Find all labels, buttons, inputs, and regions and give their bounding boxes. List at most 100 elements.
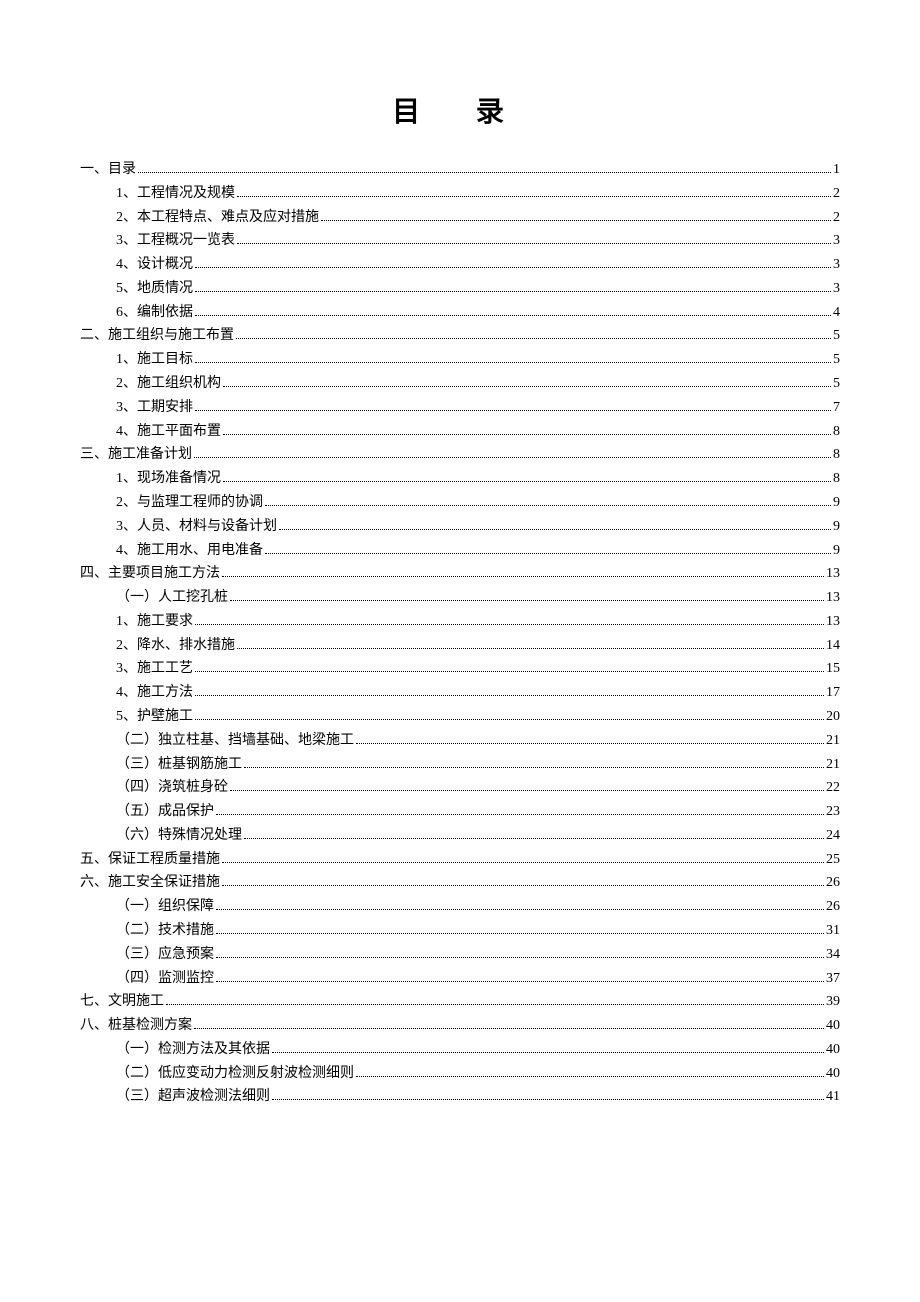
toc-entry: （三）桩基钢筋施工21 [80, 755, 840, 775]
toc-entry: 3、施工工艺15 [80, 659, 840, 679]
toc-entry-label: 4、设计概况 [116, 255, 193, 275]
toc-entry-label: 3、工期安排 [116, 398, 193, 418]
toc-entry-page: 13 [826, 612, 840, 632]
toc-leader-dots [195, 291, 831, 292]
toc-entry-label: 5、护壁施工 [116, 707, 193, 727]
toc-entry: 3、人员、材料与设备计划9 [80, 517, 840, 537]
toc-leader-dots [216, 957, 824, 958]
toc-entry-page: 1 [833, 160, 840, 180]
toc-leader-dots [237, 648, 824, 649]
toc-entry-page: 8 [833, 469, 840, 489]
toc-entry-label: （四）浇筑桩身砼 [116, 778, 228, 798]
toc-leader-dots [223, 386, 831, 387]
toc-entry: 2、与监理工程师的协调 9 [80, 493, 840, 513]
toc-leader-dots [194, 457, 831, 458]
toc-entry-label: 2、降水、排水措施 [116, 636, 235, 656]
toc-entry: 六、施工安全保证措施26 [80, 873, 840, 893]
toc-entry-page: 22 [826, 778, 840, 798]
toc-entry-page: 26 [826, 873, 840, 893]
toc-entry: 四、主要项目施工方法 13 [80, 564, 840, 584]
toc-entry-page: 9 [833, 493, 840, 513]
toc-entry: 4、设计概况3 [80, 255, 840, 275]
toc-entry-label: 三、施工准备计划 [80, 445, 192, 465]
toc-entry-page: 41 [826, 1087, 840, 1107]
toc-leader-dots [222, 862, 824, 863]
toc-entry: 八、桩基检测方案40 [80, 1016, 840, 1036]
toc-entry-label: （四）监测监控 [116, 969, 214, 989]
toc-leader-dots [230, 790, 824, 791]
toc-entry-label: 5、地质情况 [116, 279, 193, 299]
toc-entry-page: 24 [826, 826, 840, 846]
toc-entry-page: 3 [833, 279, 840, 299]
toc-entry-label: （六）特殊情况处理 [116, 826, 242, 846]
toc-entry-page: 34 [826, 945, 840, 965]
toc-entry: （二）独立柱基、挡墙基础、地梁施工21 [80, 731, 840, 751]
toc-entry-label: 2、与监理工程师的协调 [116, 493, 263, 513]
toc-entry-label: 七、文明施工 [80, 992, 164, 1012]
toc-leader-dots [195, 410, 831, 411]
toc-entry-page: 2 [833, 184, 840, 204]
toc-entry-page: 21 [826, 731, 840, 751]
toc-entry: （一）人工挖孔桩13 [80, 588, 840, 608]
toc-entry: 二、施工组织与施工布置5 [80, 326, 840, 346]
toc-leader-dots [166, 1004, 824, 1005]
toc-entry: 三、施工准备计划 8 [80, 445, 840, 465]
toc-leader-dots [237, 196, 831, 197]
toc-entry-page: 7 [833, 398, 840, 418]
document-title: 目 录 [80, 90, 840, 130]
table-of-contents: 一、目录 1 1、工程情况及规模 2 2、本工程特点、难点及应对措施 2 3、工程概况一览表… [80, 160, 840, 1107]
toc-leader-dots [356, 1076, 824, 1077]
toc-entry-label: 1、施工要求 [116, 612, 193, 632]
toc-leader-dots [272, 1052, 824, 1053]
toc-entry-label: 3、施工工艺 [116, 659, 193, 679]
toc-entry-label: （二）技术措施 [116, 921, 214, 941]
toc-entry-page: 14 [826, 636, 840, 656]
toc-entry-page: 17 [826, 683, 840, 703]
toc-entry-page: 8 [833, 422, 840, 442]
toc-leader-dots [216, 981, 824, 982]
toc-entry-label: 1、现场准备情况 [116, 469, 221, 489]
toc-entry: 5、地质情况 3 [80, 279, 840, 299]
toc-entry: 3、工程概况一览表3 [80, 231, 840, 251]
toc-entry-page: 39 [826, 992, 840, 1012]
toc-entry-label: 2、施工组织机构 [116, 374, 221, 394]
toc-entry-label: （三）应急预案 [116, 945, 214, 965]
toc-leader-dots [356, 743, 824, 744]
toc-entry-page: 2 [833, 208, 840, 228]
toc-entry-label: 八、桩基检测方案 [80, 1016, 192, 1036]
toc-leader-dots [230, 600, 824, 601]
toc-leader-dots [244, 767, 824, 768]
toc-entry-label: 四、主要项目施工方法 [80, 564, 220, 584]
toc-leader-dots [216, 909, 824, 910]
toc-entry-page: 40 [826, 1040, 840, 1060]
toc-entry-page: 3 [833, 231, 840, 251]
toc-entry-label: 1、工程情况及规模 [116, 184, 235, 204]
toc-entry: （三）超声波检测法细则41 [80, 1087, 840, 1107]
toc-entry-page: 8 [833, 445, 840, 465]
toc-entry-page: 23 [826, 802, 840, 822]
toc-entry: 一、目录 1 [80, 160, 840, 180]
toc-leader-dots [279, 529, 831, 530]
toc-leader-dots [195, 362, 831, 363]
toc-entry-page: 13 [826, 564, 840, 584]
toc-leader-dots [216, 933, 824, 934]
toc-entry: 3、工期安排 7 [80, 398, 840, 418]
toc-entry-label: 五、保证工程质量措施 [80, 850, 220, 870]
toc-entry-page: 9 [833, 541, 840, 561]
toc-entry: （三）应急预案 34 [80, 945, 840, 965]
toc-entry-page: 9 [833, 517, 840, 537]
toc-entry-label: 一、目录 [80, 160, 136, 180]
toc-entry-label: 4、施工方法 [116, 683, 193, 703]
toc-leader-dots [265, 505, 831, 506]
toc-entry: 1、现场准备情况 8 [80, 469, 840, 489]
toc-entry: 2、降水、排水措施 14 [80, 636, 840, 656]
toc-entry: 七、文明施工 39 [80, 992, 840, 1012]
toc-leader-dots [222, 576, 824, 577]
toc-leader-dots [216, 814, 824, 815]
toc-entry-page: 21 [826, 755, 840, 775]
toc-entry-label: 4、施工用水、用电准备 [116, 541, 263, 561]
toc-entry-page: 37 [826, 969, 840, 989]
toc-leader-dots [195, 719, 824, 720]
toc-entry-label: 2、本工程特点、难点及应对措施 [116, 208, 319, 228]
toc-leader-dots [237, 243, 831, 244]
